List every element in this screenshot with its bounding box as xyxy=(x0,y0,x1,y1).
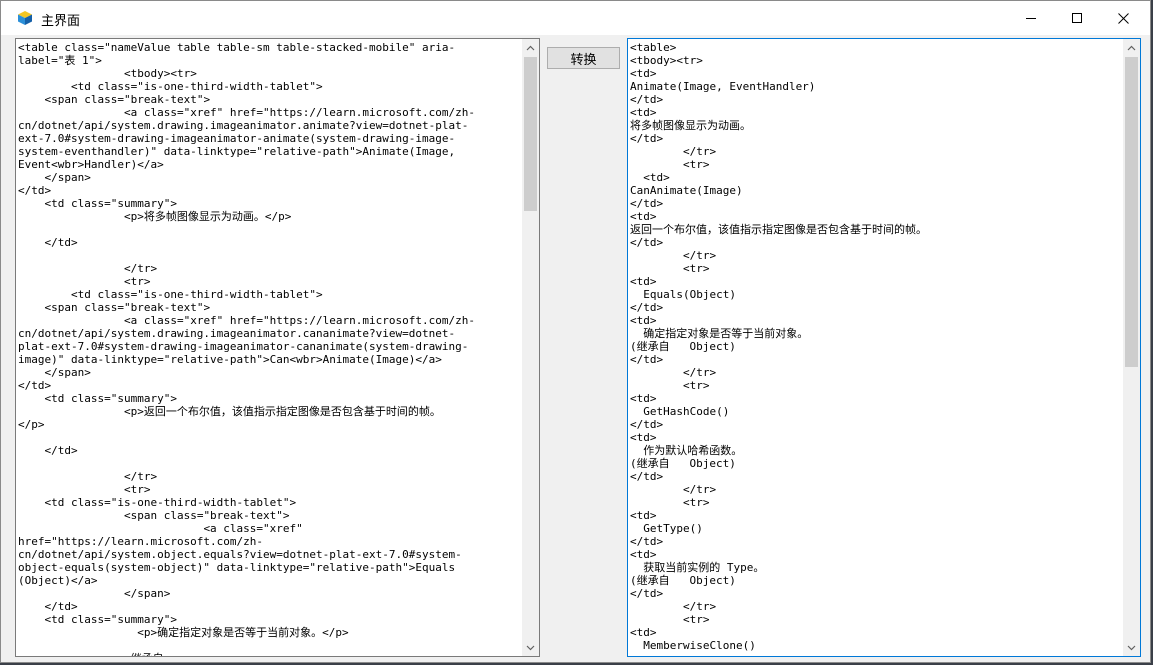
scroll-down-button[interactable] xyxy=(1123,639,1140,656)
close-button[interactable] xyxy=(1100,1,1146,35)
scroll-thumb[interactable] xyxy=(1125,57,1138,367)
result-textarea[interactable]: <table> <tbody><tr> <td> Animate(Image, … xyxy=(627,38,1141,657)
main-window: 主界面 <table class="nameValue table table-… xyxy=(0,0,1151,663)
scroll-up-button[interactable] xyxy=(1123,39,1140,56)
convert-button[interactable]: 转换 xyxy=(547,47,620,69)
title-bar[interactable]: 主界面 xyxy=(1,1,1150,35)
app-cube-icon xyxy=(18,11,32,25)
source-html-textarea[interactable]: <table class="nameValue table table-sm t… xyxy=(15,38,540,657)
maximize-button[interactable] xyxy=(1054,1,1100,35)
chevron-up-icon xyxy=(1127,45,1136,50)
close-icon xyxy=(1117,12,1129,24)
right-scrollbar[interactable] xyxy=(1123,39,1140,656)
minimize-button[interactable] xyxy=(1008,1,1054,35)
chevron-down-icon xyxy=(1127,645,1136,650)
scroll-down-button[interactable] xyxy=(522,639,539,656)
source-html-text[interactable]: <table class="nameValue table table-sm t… xyxy=(18,41,519,656)
scroll-up-button[interactable] xyxy=(522,39,539,56)
chevron-down-icon xyxy=(526,645,535,650)
left-scrollbar[interactable] xyxy=(522,39,539,656)
minimize-icon xyxy=(1026,18,1036,19)
scroll-thumb[interactable] xyxy=(524,57,537,211)
result-text[interactable]: <table> <tbody><tr> <td> Animate(Image, … xyxy=(630,41,1120,652)
maximize-icon xyxy=(1072,13,1082,23)
chevron-up-icon xyxy=(526,45,535,50)
window-title: 主界面 xyxy=(41,14,81,29)
